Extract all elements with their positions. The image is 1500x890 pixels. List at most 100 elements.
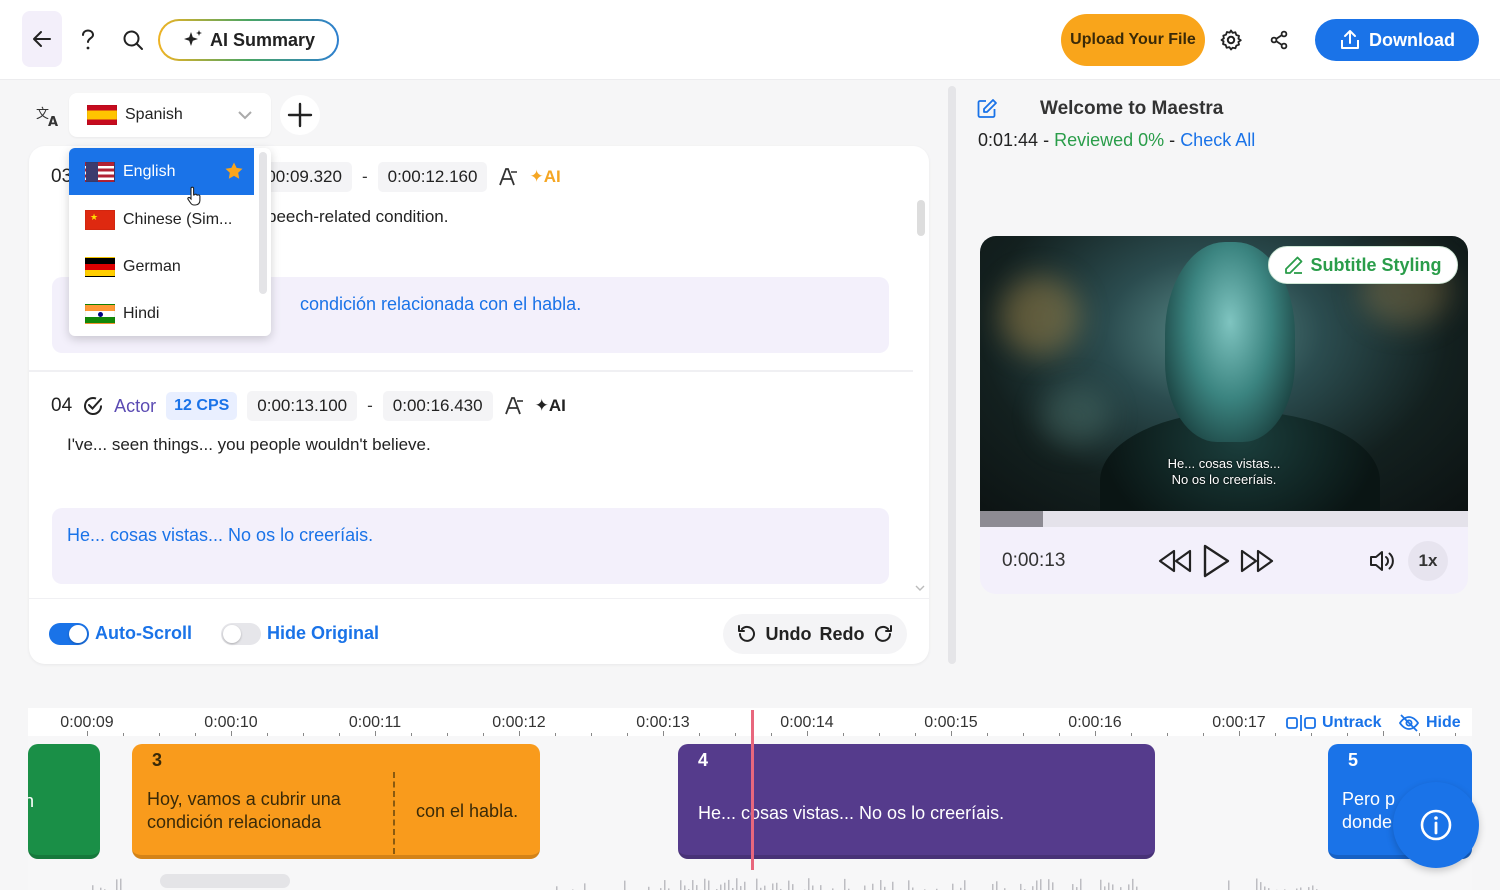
check-all-link[interactable]: Check All (1180, 130, 1255, 150)
us-flag-icon (85, 161, 115, 182)
scroll-down-icon[interactable] (915, 584, 925, 592)
dropdown-scrollbar[interactable] (259, 152, 267, 294)
add-language-button[interactable] (280, 95, 320, 135)
ai-translate-button[interactable]: ✦AI (535, 396, 566, 416)
timeline-ruler[interactable]: 0:00:09 0:00:10 0:00:11 0:00:12 0:00:13 … (28, 708, 1472, 737)
gear-icon (1220, 29, 1242, 51)
sparkle-icon (183, 30, 202, 46)
tick-label: 0:00:15 (924, 714, 978, 731)
settings-button[interactable] (1213, 22, 1249, 58)
rewind-icon (1158, 549, 1192, 573)
share-button[interactable] (1261, 22, 1297, 58)
timeline-block[interactable]: n (28, 744, 100, 859)
hide-original-label[interactable]: Hide Original (267, 623, 379, 644)
timeline-scrollbar[interactable] (160, 874, 290, 888)
segment-translation-text[interactable]: He... cosas vistas... No os lo creeríais… (52, 508, 889, 584)
upload-file-button[interactable]: Upload Your File (1061, 14, 1205, 66)
selected-language: Spanish (125, 106, 183, 123)
volume-button[interactable] (1362, 541, 1402, 581)
block-text: Pero p donde (1342, 789, 1396, 832)
help-button[interactable] (70, 22, 106, 58)
split-icon (1286, 715, 1316, 731)
back-button[interactable] (22, 11, 62, 67)
block-text: He... cosas vistas... No os lo creeríais… (698, 803, 1005, 823)
spain-flag-icon (87, 105, 117, 125)
segment-original-text[interactable]: I've... seen things... you people wouldn… (67, 435, 431, 455)
search-icon (123, 30, 143, 50)
language-select[interactable]: Spanish (69, 93, 271, 137)
project-meta: 0:01:44 - Reviewed 0% - Check All (978, 130, 1256, 150)
reviewed-status: Reviewed 0% (1054, 130, 1165, 150)
font-style-icon[interactable] (503, 395, 525, 417)
star-icon[interactable] (224, 161, 244, 181)
cps-badge: 12 CPS (166, 392, 238, 420)
check-circle-icon[interactable] (82, 395, 104, 417)
segment-end-time[interactable]: 0:00:16.430 (382, 391, 493, 421)
rewind-button[interactable] (1155, 541, 1195, 581)
video-frame[interactable]: He... cosas vistas... No os lo creeríais… (980, 236, 1468, 511)
language-option-label: Hindi (123, 304, 160, 322)
block-number: 4 (698, 750, 709, 770)
language-option-hindi[interactable]: Hindi (69, 290, 254, 336)
hide-original-toggle[interactable] (221, 623, 261, 645)
edit-title-icon[interactable] (976, 98, 998, 120)
video-player: He... cosas vistas... No os lo creeríais… (980, 236, 1468, 594)
language-option-chinese[interactable]: ★ Chinese (Sim... (69, 196, 254, 243)
subtitle-track[interactable]: n 3 Hoy, vamos a cubrir una condición re… (28, 736, 1472, 890)
actor-label[interactable]: Actor (114, 396, 156, 417)
india-flag-icon (85, 303, 115, 324)
language-dropdown: English ★ Chinese (Sim... German Hindi (69, 148, 271, 336)
search-button[interactable] (115, 22, 151, 58)
info-button[interactable] (1393, 782, 1479, 868)
font-style-icon[interactable] (497, 166, 519, 188)
hide-timeline-button[interactable]: Hide (1398, 714, 1461, 732)
playback-speed-button[interactable]: 1x (1408, 541, 1448, 581)
download-button[interactable]: Download (1315, 19, 1479, 61)
segment-original-text[interactable]: peech-related condition. (267, 207, 448, 227)
editor-scrollbar[interactable] (915, 156, 925, 596)
auto-scroll-toggle[interactable] (49, 623, 89, 645)
editor-scroll-thumb[interactable] (917, 200, 925, 236)
undo-button[interactable]: Undo (766, 624, 812, 645)
untrack-button[interactable]: Untrack (1286, 714, 1382, 732)
play-icon (1203, 544, 1230, 578)
germany-flag-icon (85, 256, 115, 277)
timeline-block[interactable]: 3 Hoy, vamos a cubrir una condición rela… (132, 744, 540, 859)
current-time: 0:00:13 (1002, 550, 1066, 571)
play-button[interactable] (1196, 541, 1236, 581)
segment-end-time[interactable]: 0:00:12.160 (377, 162, 488, 192)
download-label: Download (1369, 29, 1455, 50)
tick-label: 0:00:11 (348, 714, 402, 731)
fast-forward-button[interactable] (1237, 541, 1277, 581)
undo-icon[interactable] (736, 623, 758, 645)
language-option-german[interactable]: German (69, 243, 254, 290)
redo-button[interactable]: Redo (819, 624, 864, 645)
video-progress-bar[interactable] (980, 511, 1468, 527)
top-toolbar: AI Summary Upload Your File Download (0, 0, 1500, 80)
timeline-block[interactable]: 4 He... cosas vistas... No os lo creería… (678, 744, 1155, 859)
tick-label: 0:00:13 (636, 714, 690, 731)
tick-label: 0:00:16 (1068, 714, 1122, 731)
block-number: 5 (1348, 750, 1359, 770)
volume-icon (1370, 551, 1394, 571)
china-flag-icon: ★ (85, 209, 115, 230)
timeline: 0:00:09 0:00:10 0:00:11 0:00:12 0:00:13 … (28, 708, 1472, 890)
upload-tray-icon (1341, 30, 1359, 49)
fast-forward-icon (1240, 549, 1274, 573)
ai-summary-button[interactable]: AI Summary (158, 19, 339, 61)
playhead[interactable] (751, 710, 754, 870)
subtitle-styling-label: Subtitle Styling (1310, 254, 1442, 275)
translate-icon: 文A (36, 107, 58, 128)
subtitle-styling-button[interactable]: Subtitle Styling (1268, 246, 1458, 284)
panel-resize-handle[interactable] (948, 86, 956, 664)
language-option-english[interactable]: English (69, 148, 254, 195)
auto-scroll-label[interactable]: Auto-Scroll (95, 623, 192, 644)
undo-redo-group: Undo Redo (723, 614, 907, 654)
editor-footer: Auto-Scroll Hide Original Undo Redo (29, 598, 929, 664)
project-duration: 0:01:44 (978, 130, 1039, 150)
redo-icon[interactable] (872, 623, 894, 645)
segment-start-time[interactable]: 0:00:13.100 (247, 391, 358, 421)
language-option-label: German (123, 257, 181, 275)
ai-translate-button[interactable]: ✦AI (529, 167, 560, 187)
eye-off-icon (1398, 714, 1420, 732)
